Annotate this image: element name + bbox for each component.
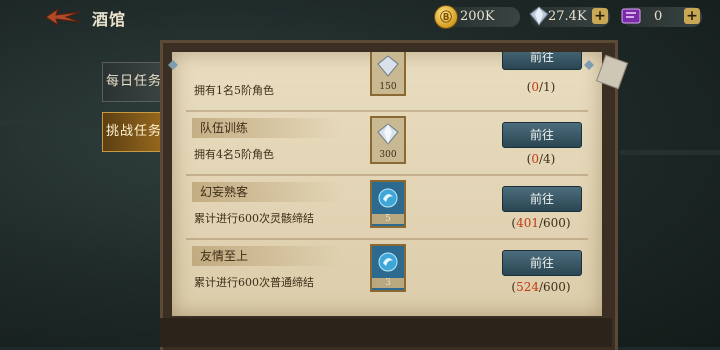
coin-counter: Ⓑ 200K — [434, 5, 520, 29]
progress-total: 600 — [543, 280, 566, 294]
progress-total: 1 — [543, 80, 551, 94]
progress-total: 600 — [543, 216, 566, 230]
coin-value: 200K — [460, 9, 495, 24]
progress-total: 4 — [543, 152, 551, 166]
task-list[interactable]: 拥有1名5阶角色 150 前往 (0/1) 队伍训练 拥有4名5阶角色 300 … — [178, 52, 598, 316]
task-description: 拥有4名5阶角色 — [194, 148, 274, 161]
task-description: 拥有1名5阶角色 — [194, 84, 274, 97]
add-gem-button[interactable]: + — [592, 8, 608, 24]
task-progress: (0/1) — [526, 80, 556, 94]
task-name: 友情至上 — [192, 246, 342, 266]
reward-quantity: 3 — [372, 278, 404, 288]
reward-item[interactable]: 3 — [370, 244, 406, 292]
ticket-counter: 0 + — [621, 7, 702, 27]
task-description: 累计进行600次灵骸缔结 — [194, 212, 314, 225]
task-row: 友情至上 累计进行600次普通缔结 3 前往 (524/600) — [184, 240, 594, 300]
go-button[interactable]: 前往 — [502, 122, 582, 148]
top-bar: 酒馆 Ⓑ 200K 27.4K + 0 + — [0, 0, 720, 36]
task-row: 队伍训练 拥有4名5阶角色 300 前往 (0/4) — [184, 112, 594, 172]
progress-current: 0 — [531, 152, 539, 166]
blue-spirit-orb-icon — [378, 252, 398, 272]
back-arrow-icon — [45, 7, 81, 27]
task-row: 拥有1名5阶角色 150 前往 (0/1) — [184, 52, 594, 104]
task-name: 幻妄熟客 — [192, 182, 342, 202]
task-progress: (0/4) — [526, 152, 556, 166]
go-button[interactable]: 前往 — [502, 250, 582, 276]
gem-value: 27.4K — [548, 9, 587, 24]
reward-quantity: 300 — [379, 150, 397, 160]
go-button[interactable]: 前往 — [502, 52, 582, 70]
task-progress: (401/600) — [511, 216, 571, 230]
bottom-decoration — [160, 318, 612, 347]
go-button[interactable]: 前往 — [502, 186, 582, 212]
diamond-gem-icon — [377, 123, 399, 145]
diamond-gem-icon — [377, 55, 399, 77]
pin-icon — [168, 60, 178, 70]
task-row: 幻妄熟客 累计进行600次灵骸缔结 5 前往 (401/600) — [184, 176, 594, 236]
task-progress: (524/600) — [511, 280, 571, 294]
gem-counter: 27.4K + — [529, 6, 610, 27]
progress-current: 0 — [531, 80, 539, 94]
progress-current: 401 — [516, 216, 539, 230]
page-title: 酒馆 — [92, 10, 127, 29]
reward-quantity: 150 — [379, 82, 397, 92]
reward-item[interactable]: 150 — [370, 52, 406, 96]
blue-spirit-orb-icon — [378, 188, 398, 208]
back-button[interactable] — [44, 6, 84, 28]
reward-item[interactable]: 5 — [370, 180, 406, 228]
purple-ticket-icon — [621, 8, 641, 24]
tab-challenge-tasks[interactable]: 挑战任务 — [102, 112, 166, 152]
reward-item[interactable]: 300 — [370, 116, 406, 164]
progress-current: 524 — [516, 280, 539, 294]
reward-quantity: 5 — [372, 214, 404, 224]
background-beam — [620, 150, 720, 155]
add-ticket-button[interactable]: + — [684, 8, 700, 24]
task-description: 累计进行600次普通缔结 — [194, 276, 314, 289]
tab-daily-tasks[interactable]: 每日任务 — [102, 62, 166, 102]
diamond-gem-icon — [529, 6, 549, 26]
coin-icon: Ⓑ — [434, 5, 458, 29]
task-name: 队伍训练 — [192, 118, 342, 138]
ticket-value: 0 — [654, 9, 663, 24]
